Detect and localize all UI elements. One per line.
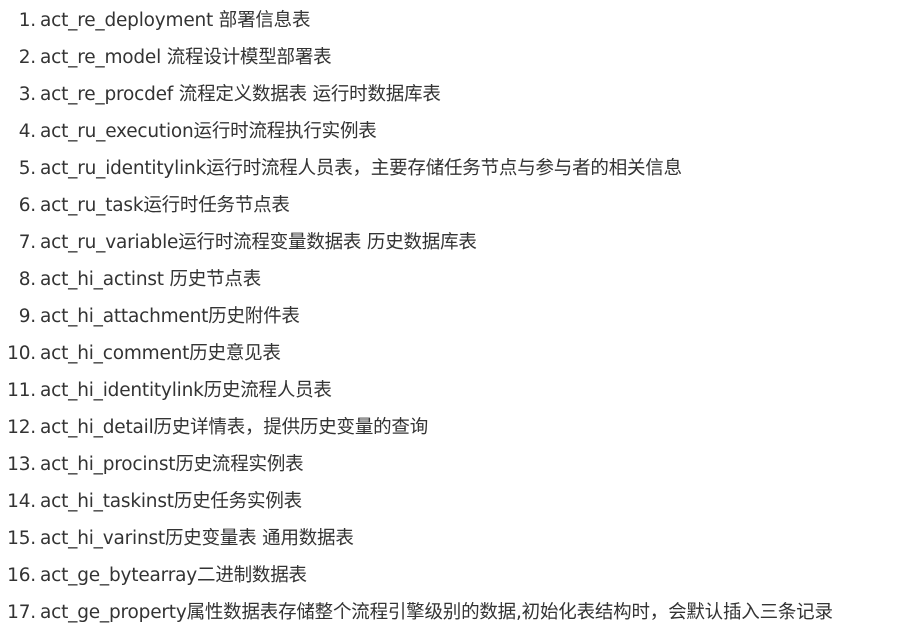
list-number: 16. [7, 565, 36, 586]
list-text: act_ge_property属性数据表存储整个流程引擎级别的数据,初始化表结构… [40, 602, 833, 623]
list-item: 16. act_ge_bytearray二进制数据表 [0, 557, 904, 594]
list-number: 9. [18, 306, 36, 327]
list-item: 14. act_hi_taskinst历史任务实例表 [0, 483, 904, 520]
list-item: 5. act_ru_identitylink运行时流程人员表，主要存储任务节点与… [0, 150, 904, 187]
list-item: 2. act_re_model 流程设计模型部署表 [0, 39, 904, 76]
list-item: 7. act_ru_variable运行时流程变量数据表 历史数据库表 [0, 224, 904, 261]
list-item: 4. act_ru_execution运行时流程执行实例表 [0, 113, 904, 150]
list-item: 17. act_ge_property属性数据表存储整个流程引擎级别的数据,初始… [0, 594, 904, 631]
list-number: 5. [18, 158, 36, 179]
list-item: 6. act_ru_task运行时任务节点表 [0, 187, 904, 224]
list-text: act_hi_identitylink历史流程人员表 [40, 380, 332, 401]
list-text: act_ru_identitylink运行时流程人员表，主要存储任务节点与参与者… [40, 158, 682, 179]
list-number: 14. [7, 491, 36, 512]
list-item: 3. act_re_procdef 流程定义数据表 运行时数据库表 [0, 76, 904, 113]
list-text: act_hi_taskinst历史任务实例表 [40, 491, 302, 512]
list-text: act_hi_actinst 历史节点表 [40, 269, 262, 290]
list-number: 15. [7, 528, 36, 549]
list-item: 13. act_hi_procinst历史流程实例表 [0, 446, 904, 483]
list-item: 1. act_re_deployment 部署信息表 [0, 2, 904, 39]
list-item: 9. act_hi_attachment历史附件表 [0, 298, 904, 335]
table-list: 1. act_re_deployment 部署信息表 2. act_re_mod… [0, 2, 904, 631]
list-number: 12. [7, 417, 36, 438]
list-number: 10. [7, 343, 36, 364]
list-number: 7. [18, 232, 36, 253]
list-item: 12. act_hi_detail历史详情表，提供历史变量的查询 [0, 409, 904, 446]
list-number: 11. [7, 380, 36, 401]
list-text: act_ge_bytearray二进制数据表 [40, 565, 307, 586]
list-text: act_hi_varinst历史变量表 通用数据表 [40, 528, 354, 549]
list-number: 8. [18, 269, 36, 290]
list-number: 4. [18, 121, 36, 142]
list-number: 1. [18, 10, 36, 31]
list-text: act_re_deployment 部署信息表 [40, 10, 311, 31]
list-number: 13. [7, 454, 36, 475]
list-item: 15. act_hi_varinst历史变量表 通用数据表 [0, 520, 904, 557]
list-number: 3. [18, 84, 36, 105]
list-text: act_ru_variable运行时流程变量数据表 历史数据库表 [40, 232, 477, 253]
list-text: act_hi_detail历史详情表，提供历史变量的查询 [40, 417, 429, 438]
list-item: 11. act_hi_identitylink历史流程人员表 [0, 372, 904, 409]
list-text: act_re_model 流程设计模型部署表 [40, 47, 332, 68]
list-text: act_re_procdef 流程定义数据表 运行时数据库表 [40, 84, 441, 105]
list-text: act_ru_task运行时任务节点表 [40, 195, 290, 216]
list-text: act_ru_execution运行时流程执行实例表 [40, 121, 377, 142]
list-number: 6. [18, 195, 36, 216]
document: 1. act_re_deployment 部署信息表 2. act_re_mod… [0, 0, 904, 636]
list-item: 10. act_hi_comment历史意见表 [0, 335, 904, 372]
list-text: act_hi_comment历史意见表 [40, 343, 281, 364]
list-text: act_hi_procinst历史流程实例表 [40, 454, 304, 475]
list-item: 8. act_hi_actinst 历史节点表 [0, 261, 904, 298]
list-number: 17. [7, 602, 36, 623]
list-number: 2. [18, 47, 36, 68]
list-text: act_hi_attachment历史附件表 [40, 306, 300, 327]
